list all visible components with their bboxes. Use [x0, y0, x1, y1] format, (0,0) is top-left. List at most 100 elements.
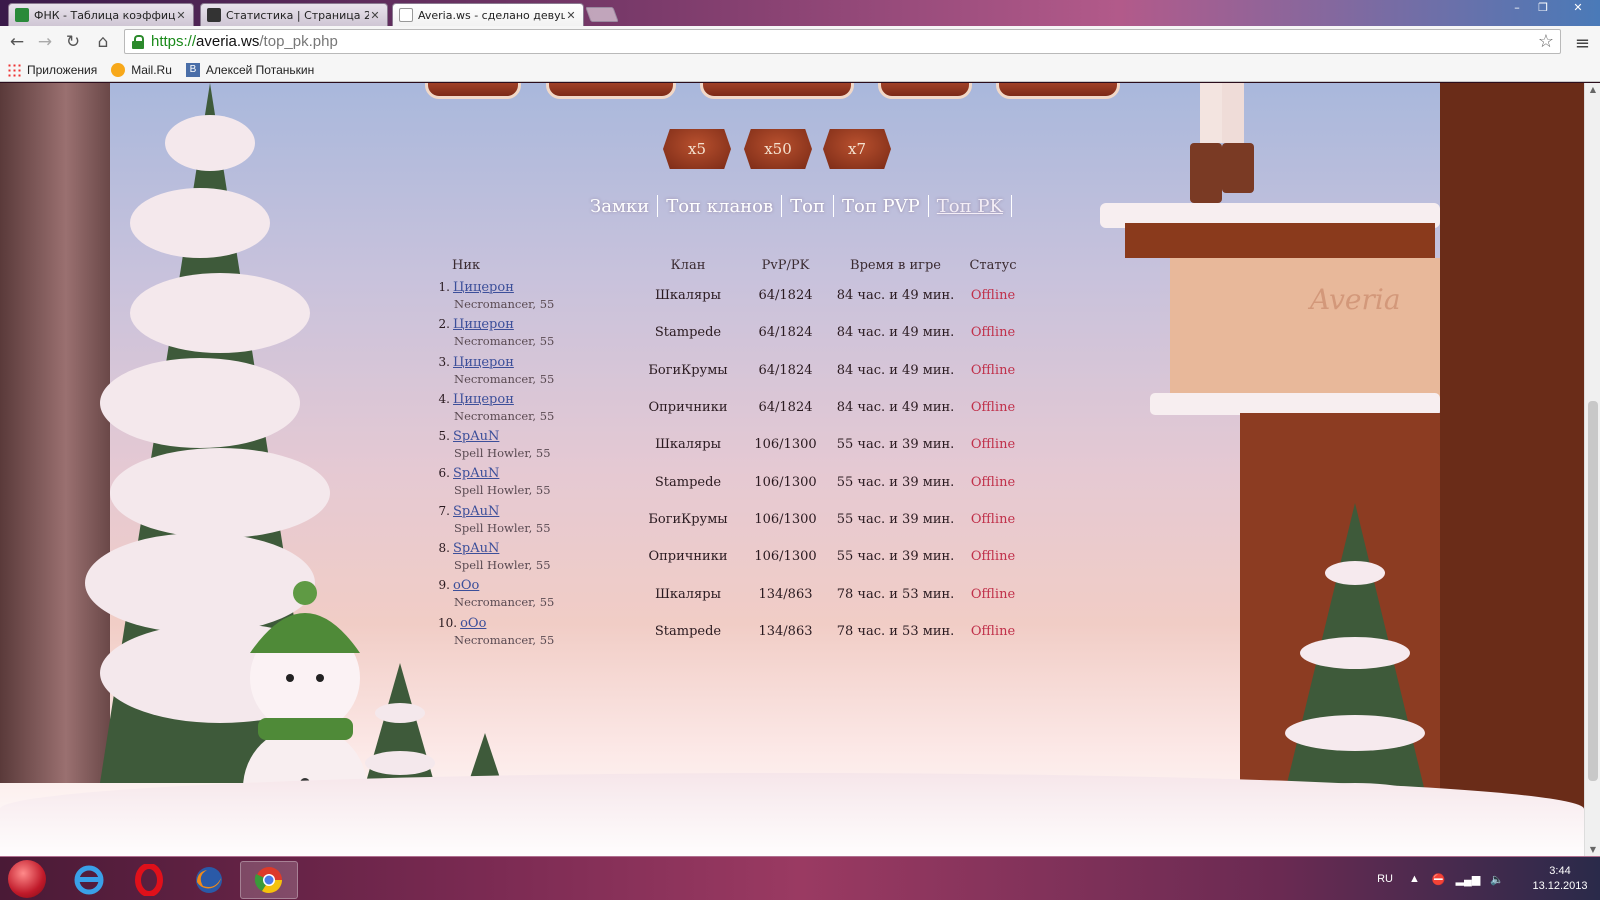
lock-icon: [131, 34, 145, 49]
clock-time: 3:44: [1549, 865, 1571, 877]
tab-fnk[interactable]: ФНК - Таблица коэффици ✕: [8, 3, 194, 26]
player-class: Spell Howler, 55: [454, 520, 551, 535]
start-button[interactable]: [8, 860, 46, 898]
language-indicator[interactable]: RU: [1377, 873, 1393, 885]
taskbar-ie[interactable]: [60, 861, 118, 899]
address-bar[interactable]: https://averia.ws/top_pk.php ☆: [124, 29, 1561, 54]
nav-castles[interactable]: Замки: [582, 196, 657, 217]
signal-icon[interactable]: ▂▄▆: [1456, 873, 1481, 886]
header-menu-banner[interactable]: [700, 83, 854, 99]
player-name-link[interactable]: SpAuN: [453, 429, 499, 444]
player-cell: 3. Цицерон Necromancer, 55: [438, 352, 638, 389]
table-row: 5. SpAuN Spell Howler, 55 Шкаляры 106/1300 55…: [438, 426, 1028, 463]
nav-top[interactable]: Топ: [782, 196, 833, 217]
player-name-link[interactable]: Цицерон: [453, 392, 514, 407]
player-name-link[interactable]: SpAuN: [453, 504, 499, 519]
server-x7-button[interactable]: x7: [823, 129, 891, 169]
firefox-icon: [196, 867, 222, 893]
player-class: Necromancer, 55: [454, 334, 555, 349]
bookmark-apps[interactable]: Приложения: [7, 62, 97, 77]
page-scrollbar[interactable]: ▲ ▼: [1584, 83, 1600, 856]
bookmark-label: Mail.Ru: [131, 62, 172, 77]
player-cell: 9. oOo Necromancer, 55: [438, 575, 638, 612]
url-host: averia.ws: [196, 33, 260, 50]
tab-statistics[interactable]: Статистика | Страница 2 | ✕: [200, 3, 388, 26]
scroll-up-icon[interactable]: ▲: [1585, 85, 1600, 94]
player-class: Spell Howler, 55: [454, 558, 551, 573]
player-name-link[interactable]: Цицерон: [453, 317, 514, 332]
browser-titlebar: ФНК - Таблица коэффици ✕ Статистика | Ст…: [0, 0, 1600, 26]
clock[interactable]: 3:44 13.12.2013: [1520, 864, 1600, 894]
page-viewport: Averia x5 x50 x7 Замки Топ кланов Топ То…: [0, 83, 1584, 856]
player-name-link[interactable]: Цицерон: [453, 280, 514, 295]
server-x50-button[interactable]: x50: [744, 129, 812, 169]
time-cell: 84 час. и 49 мин.: [836, 288, 955, 304]
menu-icon[interactable]: ≡: [1575, 33, 1590, 54]
player-class: Necromancer, 55: [454, 408, 555, 423]
pvppk-cell: 64/1824: [758, 325, 813, 341]
time-cell: 84 час. и 49 мин.: [836, 362, 955, 378]
time-cell: 84 час. и 49 мин.: [836, 325, 955, 341]
table-row: 1. Цицерон Necromancer, 55 Шкаляры 64/1824 84…: [438, 277, 1028, 314]
tray-expand-icon[interactable]: ▲: [1409, 873, 1420, 885]
nav-top-clans[interactable]: Топ кланов: [658, 196, 781, 217]
taskbar-firefox[interactable]: [180, 861, 238, 899]
close-icon[interactable]: ✕: [369, 9, 381, 22]
taskbar-opera[interactable]: [120, 861, 178, 899]
clan-cell: Шкаляры: [655, 586, 721, 602]
table-row: 9. oOo Necromancer, 55 Шкаляры 134/863 78 час…: [438, 575, 1028, 612]
clan-cell: Шкаляры: [655, 437, 721, 453]
close-icon[interactable]: ✕: [565, 9, 577, 22]
nav-top-pk[interactable]: Топ PK: [929, 196, 1011, 217]
status-cell: Offline: [970, 325, 1016, 341]
header-menu-banner[interactable]: [425, 83, 521, 99]
rank-number: 2.: [438, 317, 450, 332]
volume-icon[interactable]: 🔈: [1490, 873, 1504, 886]
player-class: Necromancer, 55: [454, 297, 555, 311]
status-cell: Offline: [970, 549, 1016, 565]
tab-averia[interactable]: Averia.ws - сделано девуш ✕: [392, 3, 584, 26]
bookmark-vk[interactable]: B Алексей Потанькин: [185, 62, 314, 77]
close-window-icon[interactable]: ✕: [1556, 0, 1600, 18]
nav-top-pvp[interactable]: Топ PVP: [834, 196, 928, 217]
maximize-icon[interactable]: ❐: [1530, 0, 1556, 18]
header-menu-banner[interactable]: [996, 83, 1120, 99]
header-menu-banner[interactable]: [878, 83, 972, 99]
rank-number: 9.: [438, 578, 450, 593]
house-wall-decoration: [1170, 258, 1440, 398]
minimize-icon[interactable]: –: [1504, 0, 1530, 18]
clan-cell: Stampede: [654, 474, 722, 490]
opera-icon: [135, 864, 163, 896]
scroll-down-icon[interactable]: ▼: [1585, 845, 1600, 854]
table-row: 10. oOo Necromancer, 55 Stampede 134/863 78 ч…: [438, 613, 1028, 650]
clan-cell: БогиКрумы: [648, 362, 728, 378]
taskbar-chrome[interactable]: [240, 861, 298, 899]
top-pk-table: Ник Клан PvP/PK Время в игре Статус 1. Ци…: [438, 253, 1028, 650]
header-menu-banner[interactable]: [546, 83, 676, 99]
player-name-link[interactable]: SpAuN: [453, 541, 499, 556]
player-name-link[interactable]: oOo: [460, 616, 486, 631]
player-name-link[interactable]: Цицерон: [453, 355, 514, 370]
home-icon[interactable]: ⌂: [92, 32, 114, 54]
network-warning-icon[interactable]: ⛔: [1432, 873, 1446, 886]
new-tab-button[interactable]: [585, 7, 619, 22]
player-class: Necromancer, 55: [454, 371, 555, 386]
reload-icon[interactable]: ↻: [62, 32, 84, 54]
scroll-thumb[interactable]: [1588, 401, 1598, 781]
mailru-icon: [111, 62, 126, 77]
player-name-link[interactable]: oOo: [453, 578, 479, 593]
bookmark-star-icon[interactable]: ☆: [1538, 31, 1554, 52]
player-cell: 8. SpAuN Spell Howler, 55: [438, 538, 638, 575]
url-scheme: https://: [151, 33, 197, 50]
bookmark-mailru[interactable]: Mail.Ru: [111, 62, 172, 77]
player-name-link[interactable]: SpAuN: [453, 466, 499, 481]
header-nick: Ник: [452, 257, 481, 273]
server-x5-button[interactable]: x5: [663, 129, 731, 169]
time-cell: 55 час. и 39 мин.: [836, 437, 955, 453]
pvppk-cell: 106/1300: [754, 549, 817, 565]
forward-arrow-icon[interactable]: →: [34, 32, 56, 54]
chrome-icon: [254, 867, 283, 894]
close-icon[interactable]: ✕: [175, 9, 187, 22]
back-arrow-icon[interactable]: ←: [6, 32, 28, 54]
clan-cell: Опричники: [648, 549, 728, 565]
